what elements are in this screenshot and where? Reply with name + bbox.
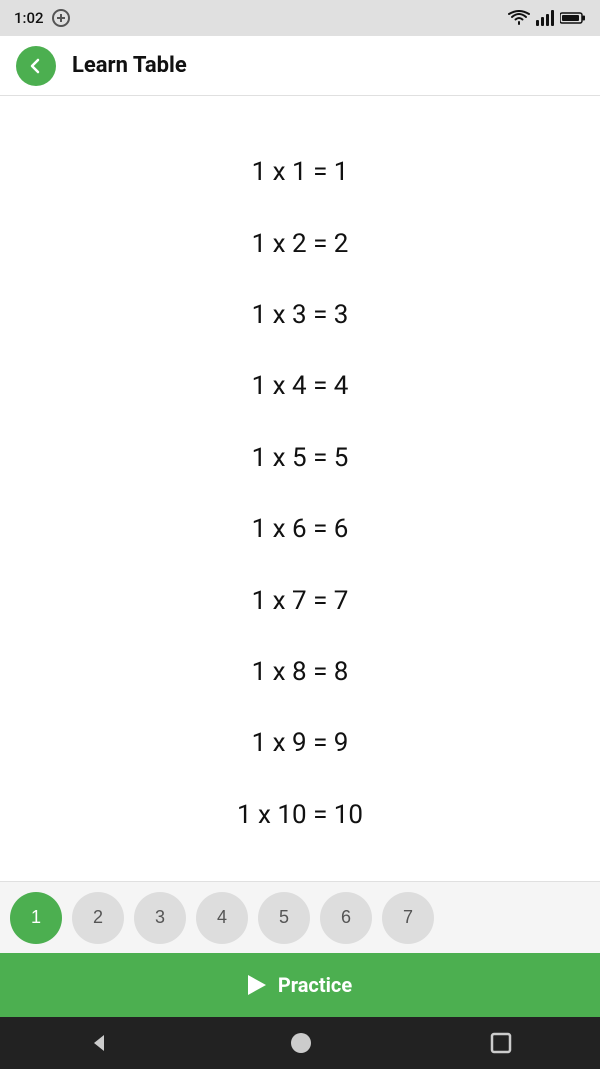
bottom-nav [0, 1017, 600, 1069]
number-tab-7[interactable]: 7 [382, 892, 434, 944]
equation-row: 1 x 7 = 7 [252, 586, 349, 616]
number-tabs: 1234567 [0, 881, 600, 953]
status-time: 1:02 [14, 9, 44, 27]
number-tab-6[interactable]: 6 [320, 892, 372, 944]
equation-row: 1 x 1 = 1 [252, 157, 349, 187]
status-bar-left: 1:02 [14, 9, 70, 27]
practice-label: Practice [278, 973, 352, 997]
equation-row: 1 x 6 = 6 [252, 514, 349, 544]
equation-row: 1 x 9 = 9 [252, 728, 349, 758]
signal-icon [536, 10, 554, 26]
number-tab-2[interactable]: 2 [72, 892, 124, 944]
practice-button[interactable]: Practice [0, 953, 600, 1017]
play-icon [248, 975, 266, 995]
data-icon [52, 9, 70, 27]
app-bar: Learn Table [0, 36, 600, 96]
back-button[interactable] [16, 46, 56, 86]
wifi-icon [508, 10, 530, 26]
equation-row: 1 x 2 = 2 [252, 229, 349, 259]
status-bar-right [508, 10, 586, 26]
nav-recents-button[interactable] [490, 1032, 512, 1054]
equation-row: 1 x 10 = 10 [237, 800, 363, 830]
number-tab-3[interactable]: 3 [134, 892, 186, 944]
number-tab-5[interactable]: 5 [258, 892, 310, 944]
number-tab-4[interactable]: 4 [196, 892, 248, 944]
number-tab-1[interactable]: 1 [10, 892, 62, 944]
equation-row: 1 x 4 = 4 [252, 371, 349, 401]
equations-list: 1 x 1 = 1 1 x 2 = 2 1 x 3 = 3 1 x 4 = 4 1 x … [0, 96, 600, 881]
battery-icon [560, 11, 586, 25]
nav-home-button[interactable] [289, 1031, 313, 1055]
nav-back-button[interactable] [88, 1031, 112, 1055]
status-bar: 1:02 [0, 0, 600, 36]
page-title: Learn Table [72, 53, 187, 78]
equation-row: 1 x 5 = 5 [252, 443, 349, 473]
equation-row: 1 x 8 = 8 [252, 657, 349, 687]
equation-row: 1 x 3 = 3 [252, 300, 349, 330]
